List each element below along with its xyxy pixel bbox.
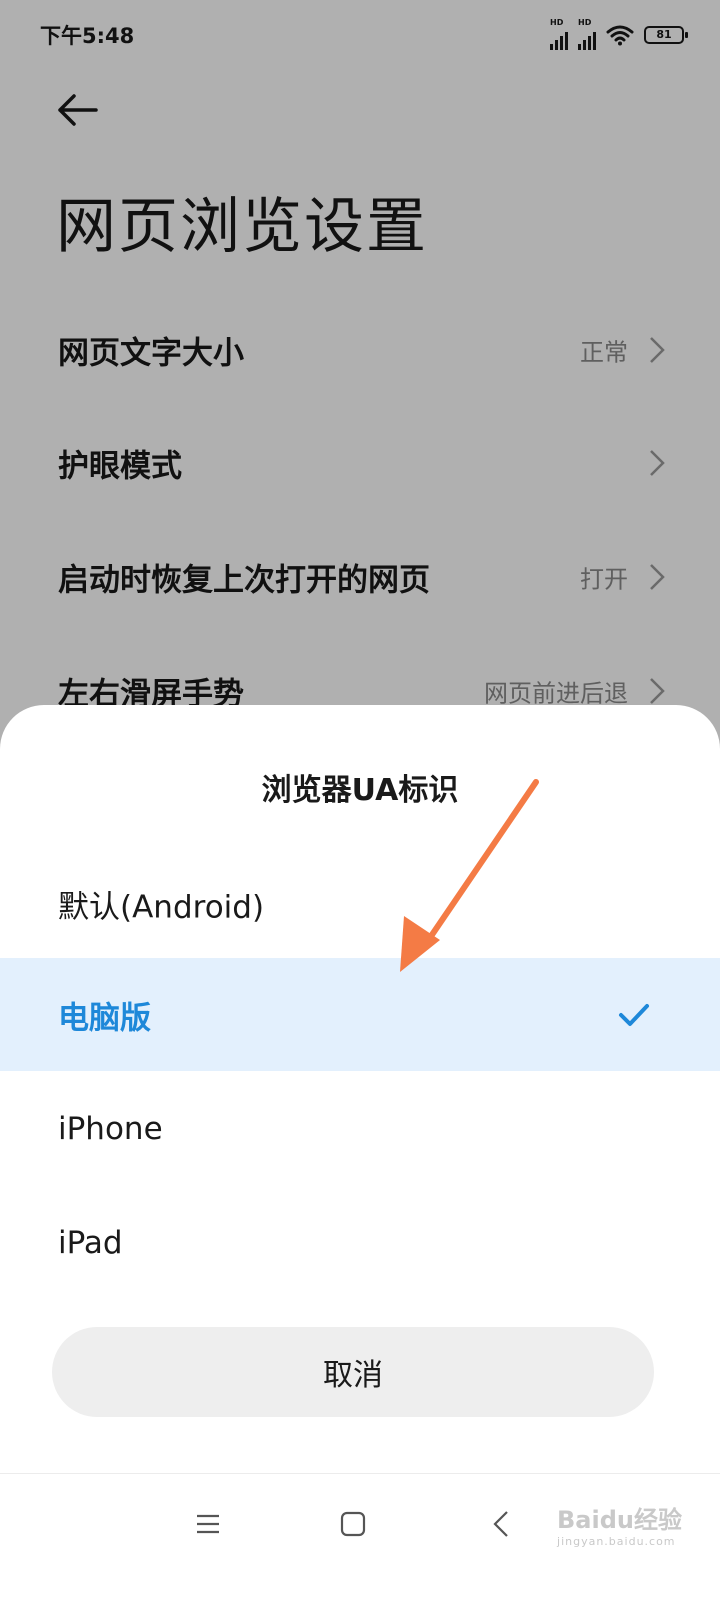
checkmark-icon [619, 1003, 649, 1026]
option-label: 电脑版 [58, 1000, 151, 1036]
baidu-watermark: Baidu经验 jingyan.baidu.com [557, 1506, 682, 1548]
back-chevron-icon[interactable] [480, 1504, 524, 1544]
ua-option-iphone[interactable]: iPhone [0, 1072, 720, 1185]
menu-icon[interactable] [186, 1504, 230, 1544]
ua-option-desktop[interactable]: 电脑版 [0, 958, 720, 1071]
option-label: iPhone [58, 1110, 163, 1147]
ua-option-android[interactable]: 默认(Android) [0, 847, 720, 960]
ua-bottom-sheet: 浏览器UA标识 默认(Android) 电脑版 iPhone iPad 取消 [0, 705, 720, 1600]
option-label: 默认(Android) [58, 889, 265, 925]
ua-option-ipad[interactable]: iPad [0, 1186, 720, 1299]
sheet-title: 浏览器UA标识 [261, 773, 459, 808]
option-label: iPad [58, 1224, 123, 1261]
home-square-icon[interactable] [331, 1504, 375, 1544]
cancel-button[interactable]: 取消 [52, 1327, 654, 1417]
